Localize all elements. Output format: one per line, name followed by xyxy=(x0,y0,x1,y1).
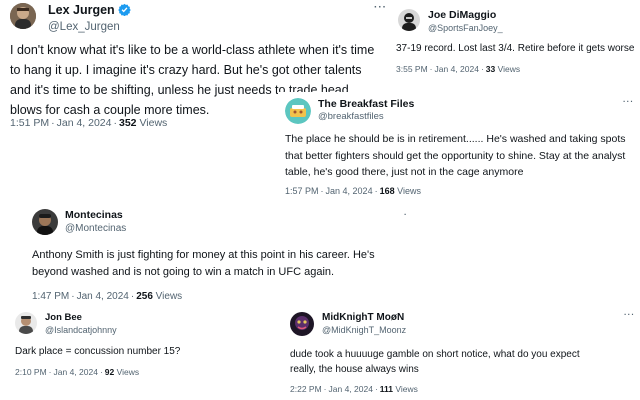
view-count: 352 xyxy=(119,117,137,129)
tweet-meta: 1:47 PM · Jan 4, 2024 · 256 Views xyxy=(32,291,183,302)
display-name[interactable]: MidKnighT MoøN xyxy=(322,312,406,324)
avatar[interactable] xyxy=(10,3,36,29)
views-label: Views xyxy=(395,384,418,394)
tweet-card[interactable]: Montecinas @Montecinas · Anthony Smith i… xyxy=(22,205,416,307)
tweet-text: Dark place = concussion number 15? xyxy=(15,346,181,357)
username[interactable]: @Lex_Jurgen xyxy=(48,20,131,34)
avatar-image xyxy=(290,312,314,336)
display-name[interactable]: Joe DiMaggio xyxy=(428,9,503,22)
tweet-card[interactable]: The Breakfast Files @breakfastfiles ··· … xyxy=(278,92,640,202)
tweet-date[interactable]: Jan 4, 2024 xyxy=(329,384,373,394)
tweet-meta: 1:57 PM · Jan 4, 2024 · 168 Views xyxy=(285,186,421,196)
avatar-image xyxy=(32,209,58,235)
tweet-time[interactable]: 2:10 PM xyxy=(15,367,47,377)
tweet-text: Anthony Smith is just fighting for money… xyxy=(32,249,375,278)
avatar[interactable] xyxy=(290,312,314,336)
tweet-date[interactable]: Jan 4, 2024 xyxy=(326,186,373,196)
username[interactable]: @Islandcatjohnny xyxy=(45,324,117,336)
verified-badge-icon xyxy=(117,3,131,20)
views-label: Views xyxy=(497,64,521,74)
tweet-text: The place he should be is in retirement.… xyxy=(285,133,626,178)
avatar[interactable] xyxy=(398,9,420,31)
avatar[interactable] xyxy=(285,98,311,124)
display-name[interactable]: The Breakfast Files xyxy=(318,98,414,111)
tweet-text: 37-19 record. Lost last 3/4. Retire befo… xyxy=(396,43,635,54)
username[interactable]: @breakfastfiles xyxy=(318,111,414,123)
avatar-image xyxy=(398,9,420,31)
tweet-meta: 2:22 PM · Jan 4, 2024 · 111 Views xyxy=(290,384,418,394)
tweet-date[interactable]: Jan 4, 2024 xyxy=(435,64,479,74)
view-count: 33 xyxy=(485,64,496,74)
avatar-image xyxy=(15,312,37,334)
avatar[interactable] xyxy=(15,312,37,334)
display-name[interactable]: Lex Jurgen xyxy=(48,3,115,17)
tweet-card[interactable]: Jon Bee @Islandcatjohnny Dark place = co… xyxy=(0,306,274,400)
views-label: Views xyxy=(155,291,183,302)
tweet-meta: 2:10 PM · Jan 4, 2024 · 92 Views xyxy=(15,367,140,377)
avatar[interactable] xyxy=(32,209,58,235)
view-count: 92 xyxy=(104,367,115,377)
view-count: 256 xyxy=(136,291,153,302)
tweet-meta: 1:51 PM · Jan 4, 2024 · 352 Views xyxy=(10,117,168,129)
tweet-time[interactable]: 1:47 PM xyxy=(32,291,69,302)
more-options-icon[interactable]: ··· xyxy=(623,97,634,106)
tweet-date[interactable]: Jan 4, 2024 xyxy=(77,291,129,302)
tweet-time[interactable]: 1:57 PM xyxy=(285,186,319,196)
more-options-icon[interactable]: ··· xyxy=(624,310,635,319)
tweet-time[interactable]: 3:55 PM xyxy=(396,64,428,74)
more-options-icon[interactable]: · xyxy=(404,210,408,219)
tweet-date[interactable]: Jan 4, 2024 xyxy=(57,117,112,129)
view-count: 111 xyxy=(379,384,394,394)
views-label: Views xyxy=(116,367,140,377)
tweet-card[interactable]: Joe DiMaggio @SportsFanJoey_ 37-19 recor… xyxy=(390,0,640,88)
tweet-meta: 3:55 PM · Jan 4, 2024 · 33 Views xyxy=(396,64,521,74)
username[interactable]: @SportsFanJoey_ xyxy=(428,22,503,34)
display-name[interactable]: Montecinas xyxy=(65,209,126,222)
tweet-text: dude took a huuuuge gamble on short noti… xyxy=(290,349,580,375)
more-options-icon[interactable]: ··· xyxy=(374,2,387,13)
tweet-time[interactable]: 1:51 PM xyxy=(10,117,49,129)
tweet-date[interactable]: Jan 4, 2024 xyxy=(54,367,98,377)
avatar-image xyxy=(10,3,36,29)
tweet-card[interactable]: MidKnighT MoøN @MidKnighT_Moonz ··· dude… xyxy=(282,306,640,400)
username[interactable]: @MidKnighT_Moonz xyxy=(322,324,406,336)
views-label: Views xyxy=(397,186,421,196)
username[interactable]: @Montecinas xyxy=(65,222,126,235)
tweet-time[interactable]: 2:22 PM xyxy=(290,384,322,394)
views-label: Views xyxy=(139,117,168,129)
breakfast-logo-icon xyxy=(285,98,311,124)
display-name[interactable]: Jon Bee xyxy=(45,312,117,324)
view-count: 168 xyxy=(379,186,395,196)
